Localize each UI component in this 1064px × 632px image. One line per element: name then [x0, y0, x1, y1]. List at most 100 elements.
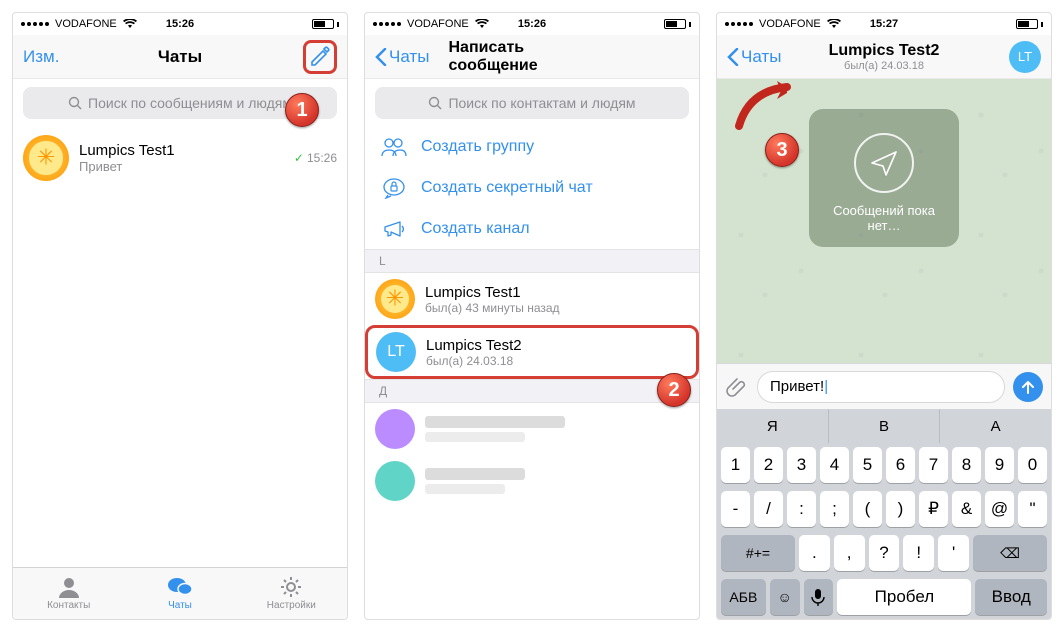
key-space[interactable]: Пробел	[837, 579, 971, 615]
back-button[interactable]: Чаты	[375, 47, 429, 67]
search-icon	[68, 96, 82, 110]
blurred-text	[425, 432, 525, 442]
key[interactable]: 1	[721, 447, 750, 483]
contact-status: был(а) 24.03.18	[426, 354, 688, 368]
key[interactable]: 5	[853, 447, 882, 483]
key[interactable]: ₽	[919, 491, 948, 527]
avatar	[375, 409, 415, 449]
compose-button[interactable]	[303, 40, 337, 74]
contact-row-blurred[interactable]	[365, 455, 699, 507]
suggestion[interactable]: В	[829, 409, 941, 443]
key[interactable]: &	[952, 491, 981, 527]
suggestion[interactable]: Я	[717, 409, 829, 443]
tab-chats[interactable]: Чаты	[124, 568, 235, 619]
screen-new-message: VODAFONE 15:26 Чаты Написать сообщение П…	[364, 12, 700, 620]
key[interactable]: 6	[886, 447, 915, 483]
action-label: Создать секретный чат	[421, 179, 593, 197]
wifi-icon	[123, 19, 137, 29]
page-title: Написать сообщение	[449, 39, 616, 75]
key[interactable]: !	[903, 535, 934, 571]
key[interactable]: ;	[820, 491, 849, 527]
keyboard-row: 1 2 3 4 5 6 7 8 9 0	[717, 443, 1051, 487]
tab-contacts[interactable]: Контакты	[13, 568, 124, 619]
callout-badge-1: 1	[285, 93, 319, 127]
key[interactable]: 9	[985, 447, 1014, 483]
status-bar: VODAFONE 15:26	[13, 13, 347, 35]
contact-row[interactable]: Lumpics Test1 был(а) 43 минуты назад	[365, 273, 699, 325]
chat-name: Lumpics Test1	[79, 142, 284, 159]
back-label: Чаты	[741, 47, 781, 67]
action-label: Создать канал	[421, 220, 530, 238]
clock-label: 15:26	[166, 18, 194, 30]
gear-icon	[279, 576, 303, 598]
chat-bubbles-icon	[167, 576, 193, 598]
edit-button[interactable]: Изм.	[23, 47, 59, 67]
key-symbols[interactable]: #+=	[721, 535, 795, 571]
battery-icon	[312, 19, 339, 29]
status-bar: VODAFONE 15:27	[717, 13, 1051, 35]
clock-label: 15:26	[518, 18, 546, 30]
back-button[interactable]: Чаты	[727, 47, 781, 67]
message-input-bar: Привет!|	[717, 363, 1051, 409]
new-secret-chat-button[interactable]: Создать секретный чат	[365, 167, 699, 209]
key[interactable]: -	[721, 491, 750, 527]
key[interactable]: ,	[834, 535, 865, 571]
key[interactable]: 0	[1018, 447, 1047, 483]
new-channel-button[interactable]: Создать канал	[365, 209, 699, 249]
signal-icon	[725, 22, 753, 26]
key[interactable]: @	[985, 491, 1014, 527]
key-abc[interactable]: АБВ	[721, 579, 766, 615]
key-emoji[interactable]: ☺	[770, 579, 800, 615]
key[interactable]: '	[938, 535, 969, 571]
person-icon	[57, 576, 81, 598]
clock-label: 15:27	[870, 18, 898, 30]
nav-bar: Чаты Lumpics Test2 был(а) 24.03.18 LT	[717, 35, 1051, 79]
message-input[interactable]: Привет!|	[757, 371, 1005, 403]
read-check-icon: ✓	[294, 151, 304, 165]
contact-row-blurred[interactable]	[365, 403, 699, 455]
key[interactable]: 8	[952, 447, 981, 483]
tab-label: Контакты	[47, 600, 90, 611]
new-group-button[interactable]: Создать группу	[365, 127, 699, 167]
chat-title: Lumpics Test2	[829, 42, 940, 60]
search-input[interactable]: Поиск по контактам и людям	[375, 87, 689, 119]
tab-settings[interactable]: Настройки	[236, 568, 347, 619]
key[interactable]: 4	[820, 447, 849, 483]
key[interactable]: )	[886, 491, 915, 527]
attach-button[interactable]	[725, 375, 749, 399]
search-placeholder: Поиск по контактам и людям	[448, 95, 635, 111]
keyboard-row: - / : ; ( ) ₽ & @ "	[717, 487, 1051, 531]
key[interactable]: (	[853, 491, 882, 527]
key-backspace[interactable]: ⌫	[973, 535, 1047, 571]
tab-bar: Контакты Чаты Настройки	[13, 567, 347, 619]
send-button[interactable]	[1013, 372, 1043, 402]
text-cursor: |	[824, 378, 828, 395]
key[interactable]: 2	[754, 447, 783, 483]
key-mic[interactable]	[804, 579, 834, 615]
back-label: Чаты	[389, 47, 429, 67]
key[interactable]: :	[787, 491, 816, 527]
key[interactable]: "	[1018, 491, 1047, 527]
status-bar: VODAFONE 15:26	[365, 13, 699, 35]
contact-name: Lumpics Test2	[426, 337, 688, 354]
paper-plane-icon	[854, 133, 914, 193]
mic-icon	[811, 588, 825, 606]
chat-row[interactable]: Lumpics Test1 Привет ✓15:26	[13, 127, 347, 189]
contact-row-highlighted[interactable]: LT Lumpics Test2 был(а) 24.03.18	[365, 325, 699, 379]
key[interactable]: 7	[919, 447, 948, 483]
search-icon	[428, 96, 442, 110]
suggestion[interactable]: А	[940, 409, 1051, 443]
key[interactable]: 3	[787, 447, 816, 483]
group-icon	[381, 137, 407, 157]
avatar[interactable]: LT	[1009, 41, 1041, 73]
key[interactable]: /	[754, 491, 783, 527]
section-header-l: L	[365, 249, 699, 273]
key[interactable]: .	[799, 535, 830, 571]
action-label: Создать группу	[421, 138, 534, 156]
key-return[interactable]: Ввод	[975, 579, 1047, 615]
arrow-up-icon	[1020, 379, 1036, 395]
lock-chat-icon	[381, 177, 407, 199]
blurred-text	[425, 468, 525, 480]
chat-preview: Привет	[79, 159, 284, 174]
key[interactable]: ?	[869, 535, 900, 571]
